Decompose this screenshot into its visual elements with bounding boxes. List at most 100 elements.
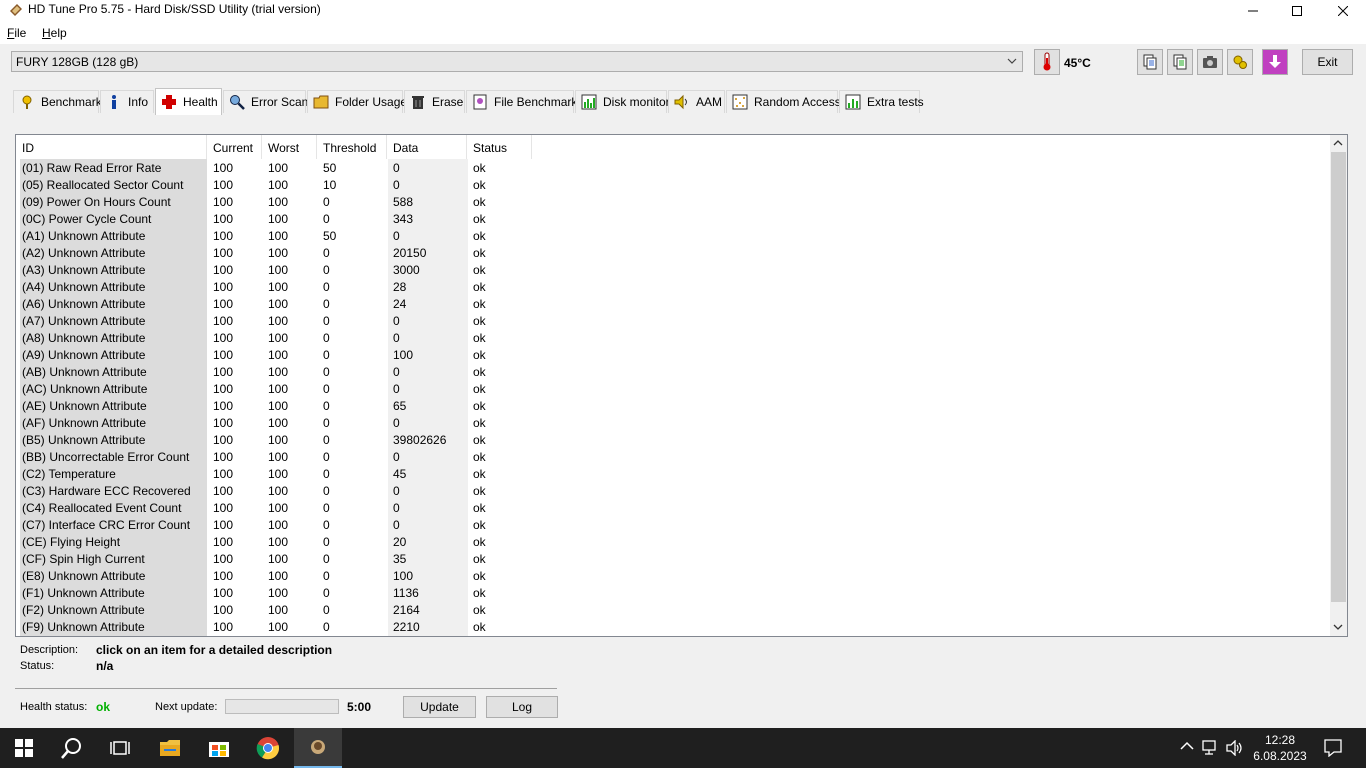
table-row[interactable]: (05) Reallocated Sector Count 100 100 10 0 ok [16, 176, 1332, 193]
tab-disk-monitor[interactable]: Disk monitor [575, 90, 670, 113]
maximize-button[interactable] [1274, 0, 1320, 22]
cell-data: 39802626 [393, 433, 447, 447]
scrollbar-thumb[interactable] [1331, 152, 1346, 602]
table-row[interactable]: (BB) Uncorrectable Error Count 100 100 0 0 ok [16, 448, 1332, 465]
column-header-status[interactable]: Status [467, 135, 532, 159]
table-row[interactable]: (E8) Unknown Attribute 100 100 0 100 ok [16, 567, 1332, 584]
tab-random-access[interactable]: Random Access [726, 90, 841, 113]
save-button[interactable] [1262, 49, 1288, 75]
tab-health[interactable]: Health [155, 88, 222, 115]
tab-extra-tests[interactable]: Extra tests [839, 90, 924, 113]
column-header-data[interactable]: Data [387, 135, 467, 159]
table-row[interactable]: (F9) Unknown Attribute 100 100 0 2210 ok [16, 618, 1332, 635]
smart-attributes-table[interactable]: ID Current Worst Threshold Data Status (… [15, 134, 1348, 637]
window-title: HD Tune Pro 5.75 - Hard Disk/SSD Utility… [28, 2, 321, 16]
table-row[interactable]: (01) Raw Read Error Rate 100 100 50 0 ok [16, 159, 1332, 176]
table-row[interactable]: (A9) Unknown Attribute 100 100 0 100 ok [16, 346, 1332, 363]
cell-status: ok [473, 518, 486, 532]
cell-worst: 100 [268, 620, 289, 634]
table-row[interactable]: (AE) Unknown Attribute 100 100 0 65 ok [16, 397, 1332, 414]
cell-data: 28 [393, 280, 407, 294]
taskbar-file-explorer[interactable] [146, 728, 194, 768]
drive-select[interactable]: FURY 128GB (128 gB) [11, 51, 1023, 72]
cell-data: 0 [393, 501, 400, 515]
taskbar-search-button[interactable] [48, 728, 96, 768]
table-row[interactable]: (A7) Unknown Attribute 100 100 0 0 ok [16, 312, 1332, 329]
minimize-button[interactable] [1230, 0, 1276, 22]
taskbar-hd-tune[interactable] [294, 728, 342, 768]
cell-id: (F1) Unknown Attribute [22, 586, 145, 600]
taskbar-store[interactable] [195, 728, 243, 768]
scroll-up-icon[interactable] [1333, 139, 1343, 147]
copy-all-button[interactable] [1167, 49, 1193, 75]
update-button[interactable]: Update [403, 696, 476, 718]
copy-button[interactable] [1137, 49, 1163, 75]
cell-status: ok [473, 569, 486, 583]
cell-data: 0 [393, 518, 400, 532]
tab-file-benchmark[interactable]: File Benchmark [466, 90, 577, 113]
menu-file[interactable]: File [7, 26, 26, 40]
table-row[interactable]: (AB) Unknown Attribute 100 100 0 0 ok [16, 363, 1332, 380]
vertical-scrollbar[interactable] [1330, 135, 1347, 636]
column-header-id[interactable]: ID [16, 135, 207, 159]
table-row[interactable]: (A6) Unknown Attribute 100 100 0 24 ok [16, 295, 1332, 312]
scroll-down-icon[interactable] [1333, 623, 1343, 631]
tab-benchmark[interactable]: Benchmark [13, 90, 102, 113]
table-row[interactable]: (C7) Interface CRC Error Count 100 100 0 0 ok [16, 516, 1332, 533]
cell-worst: 100 [268, 195, 289, 209]
cell-id: (AC) Unknown Attribute [22, 382, 148, 396]
table-row[interactable]: (A1) Unknown Attribute 100 100 50 0 ok [16, 227, 1332, 244]
table-row[interactable]: (A2) Unknown Attribute 100 100 0 20150 ok [16, 244, 1332, 261]
tab-error-scan[interactable]: Error Scan [223, 90, 308, 113]
cell-data: 2210 [393, 620, 420, 634]
column-header-threshold[interactable]: Threshold [317, 135, 387, 159]
exit-button[interactable]: Exit [1302, 49, 1353, 75]
table-row[interactable]: (B5) Unknown Attribute 100 100 0 39802626 ok [16, 431, 1332, 448]
table-row[interactable]: (C3) Hardware ECC Recovered 100 100 0 0 ok [16, 482, 1332, 499]
taskbar-chrome[interactable] [244, 728, 292, 768]
table-row[interactable]: (F2) Unknown Attribute 100 100 0 2164 ok [16, 601, 1332, 618]
table-row[interactable]: (C2) Temperature 100 100 0 45 ok [16, 465, 1332, 482]
table-row[interactable]: (A4) Unknown Attribute 100 100 0 28 ok [16, 278, 1332, 295]
table-row[interactable]: (09) Power On Hours Count 100 100 0 588 ok [16, 193, 1332, 210]
table-row[interactable]: (A3) Unknown Attribute 100 100 0 3000 ok [16, 261, 1332, 278]
cell-current: 100 [213, 195, 234, 209]
close-button[interactable] [1320, 0, 1366, 22]
table-row[interactable]: (AC) Unknown Attribute 100 100 0 0 ok [16, 380, 1332, 397]
cell-threshold: 50 [323, 229, 337, 243]
tab-folder-usage[interactable]: Folder Usage [307, 90, 407, 113]
network-icon[interactable] [1202, 740, 1220, 756]
temperature-button[interactable] [1034, 49, 1060, 75]
screenshot-button[interactable] [1197, 49, 1223, 75]
cell-status: ok [473, 484, 486, 498]
table-row[interactable]: (F1) Unknown Attribute 100 100 0 1136 ok [16, 584, 1332, 601]
table-row[interactable]: (CF) Spin High Current 100 100 0 35 ok [16, 550, 1332, 567]
menu-help[interactable]: Help [42, 26, 67, 40]
cell-data: 20150 [393, 246, 427, 260]
start-button[interactable] [0, 728, 48, 768]
tab-erase[interactable]: Erase [404, 90, 465, 113]
column-header-worst[interactable]: Worst [262, 135, 317, 159]
log-button[interactable]: Log [486, 696, 558, 718]
cell-threshold: 10 [323, 178, 337, 192]
table-row[interactable]: (C4) Reallocated Event Count 100 100 0 0 ok [16, 499, 1332, 516]
volume-icon[interactable] [1226, 740, 1244, 756]
show-hidden-icons-chevron-up-icon[interactable] [1180, 741, 1194, 751]
column-header-current[interactable]: Current [207, 135, 262, 159]
table-row[interactable]: (A8) Unknown Attribute 100 100 0 0 ok [16, 329, 1332, 346]
table-row[interactable]: (0C) Power Cycle Count 100 100 0 343 ok [16, 210, 1332, 227]
table-row[interactable]: (AF) Unknown Attribute 100 100 0 0 ok [16, 414, 1332, 431]
task-view-button[interactable] [96, 728, 144, 768]
table-row[interactable]: (CE) Flying Height 100 100 0 20 ok [16, 533, 1332, 550]
tab-info[interactable]: Info [100, 90, 154, 113]
cell-worst: 100 [268, 331, 289, 345]
tab-aam[interactable]: AAM [668, 90, 725, 113]
cell-worst: 100 [268, 348, 289, 362]
taskbar-clock[interactable]: 12:28 6.08.2023 [1250, 732, 1310, 764]
cell-threshold: 0 [323, 518, 330, 532]
notifications-icon[interactable] [1324, 739, 1342, 757]
cell-current: 100 [213, 416, 234, 430]
cell-id: (CF) Spin High Current [22, 552, 145, 566]
cell-id: (AB) Unknown Attribute [22, 365, 147, 379]
options-button[interactable] [1227, 49, 1253, 75]
